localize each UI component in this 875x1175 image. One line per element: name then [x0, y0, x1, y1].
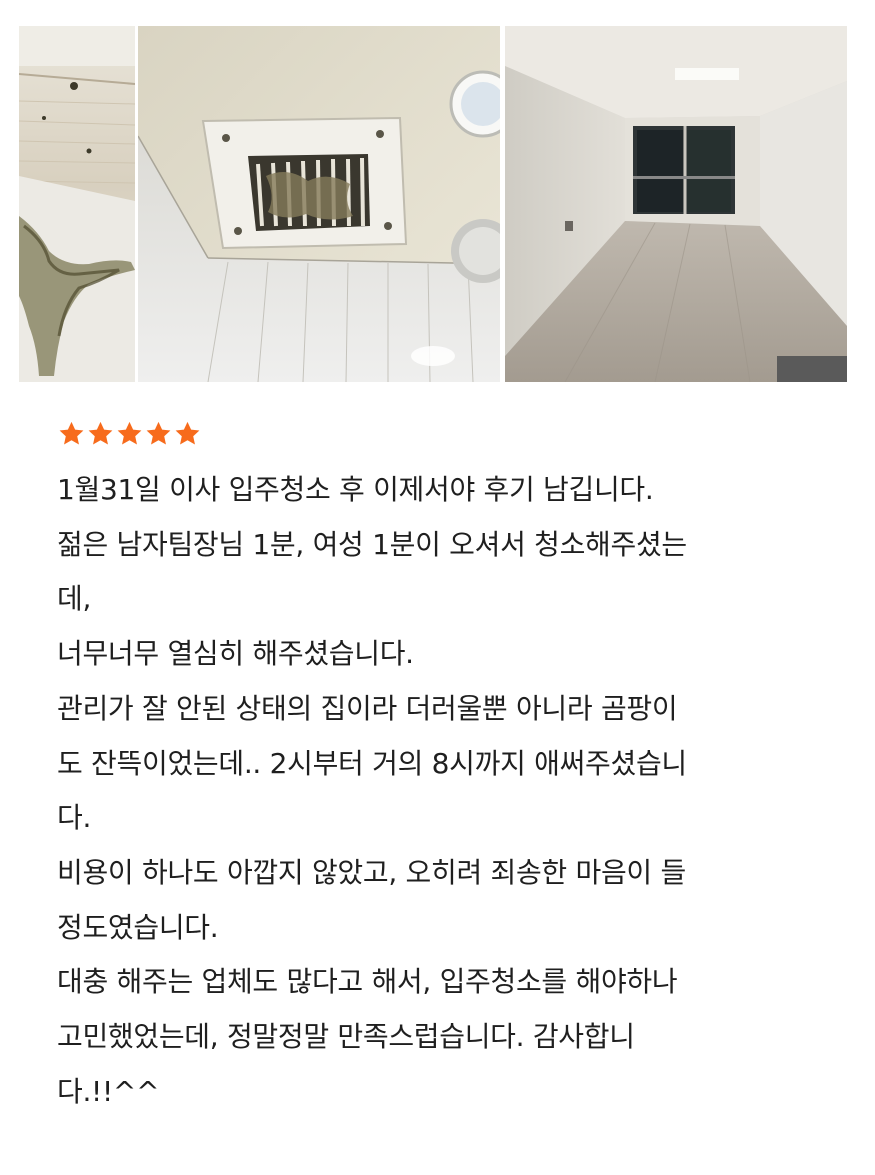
review-line: 고민했었는데, 정말정말 만족스럽습니다. 감사합니 — [57, 1020, 635, 1054]
bathroom-vent-photo[interactable] — [138, 26, 500, 382]
review-line: 데, — [57, 582, 92, 616]
star-rating — [57, 418, 202, 450]
review-line: 1월31일 이사 입주청소 후 이제서야 후기 남깁니다. — [57, 473, 654, 506]
star-icon — [117, 421, 142, 445]
star-shape — [117, 421, 142, 445]
star-shape — [175, 421, 200, 445]
review-line: 도 잔뜩이었는데.. 2시부터 거의 8시까지 애써주셨습니 — [57, 746, 687, 780]
review-line: 비용이 하나도 아깝지 않았고, 오히려 죄송한 마음이 들 — [57, 855, 686, 889]
review-line: 정도였습니다. — [57, 910, 219, 944]
empty-room-photo[interactable] — [505, 26, 847, 382]
review-photo-strip — [19, 26, 847, 382]
review-body: 1월31일 이사 입주청소 후 이제서야 후기 남깁니다. 젊은 남자팀장님 1… — [57, 463, 827, 1119]
star-icon — [146, 421, 171, 445]
star-shape — [146, 421, 171, 445]
review-line: 다. — [57, 801, 92, 835]
star-shape — [88, 421, 113, 445]
review-line: 관리가 잘 안된 상태의 집이라 더러울뿐 아니라 곰팡이 — [57, 691, 678, 725]
star-shape — [59, 421, 84, 445]
wall-mold-photo[interactable] — [19, 26, 135, 382]
review-line: 대충 해주는 업체도 많다고 해서, 입주청소를 해야하나 — [57, 965, 678, 999]
review-line: 다.!!^^ — [57, 1074, 160, 1108]
review-line: 너무너무 열심히 해주셨습니다. — [57, 637, 414, 671]
star-icon — [88, 421, 113, 445]
star-icon — [175, 421, 200, 445]
review-line: 젊은 남자팀장님 1분, 여성 1분이 오셔서 청소해주셨는 — [57, 527, 687, 561]
star-icon — [59, 421, 84, 445]
